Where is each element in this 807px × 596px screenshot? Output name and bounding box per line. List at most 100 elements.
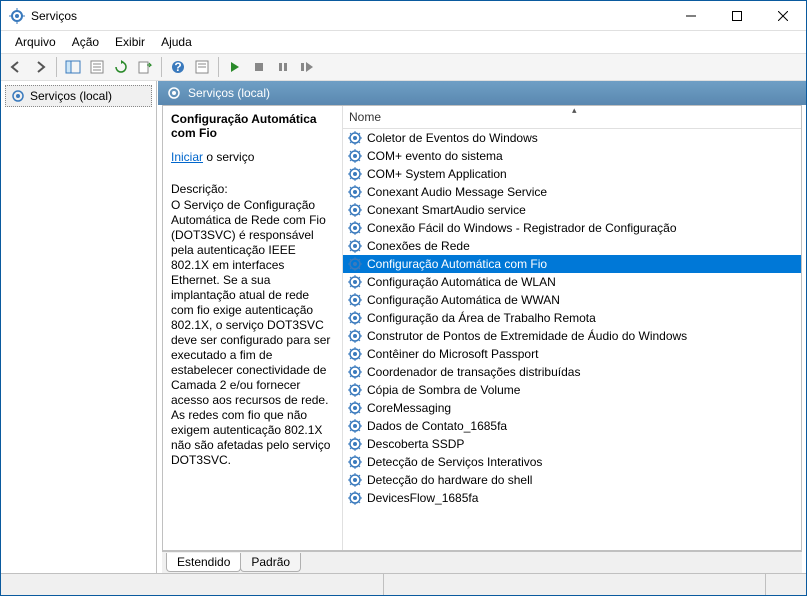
service-row[interactable]: Construtor de Pontos de Extremidade de Á… (343, 327, 801, 345)
service-row[interactable]: Contêiner do Microsoft Passport (343, 345, 801, 363)
service-list[interactable]: Coletor de Eventos do Windows COM+ evento… (343, 129, 801, 550)
service-row[interactable]: DevicesFlow_1685fa (343, 489, 801, 507)
toolbar-separator (218, 57, 219, 77)
service-row[interactable]: Configuração da Área de Trabalho Remota (343, 309, 801, 327)
tree-pane: Serviços (local) (1, 81, 157, 573)
minimize-button[interactable] (668, 1, 714, 31)
service-name: Construtor de Pontos de Extremidade de Á… (367, 329, 687, 343)
start-service-link[interactable]: Iniciar (171, 150, 203, 164)
gear-icon (347, 202, 363, 218)
service-name: COM+ System Application (367, 167, 507, 181)
service-row[interactable]: Coordenador de transações distribuídas (343, 363, 801, 381)
start-service-button[interactable] (224, 56, 246, 78)
tabs-bar: Estendido Padrão (162, 551, 802, 573)
right-pane-title: Serviços (local) (188, 86, 270, 100)
properties-button[interactable] (86, 56, 108, 78)
service-row[interactable]: COM+ System Application (343, 165, 801, 183)
service-list-pane: Nome ▴ Coletor de Eventos do Windows COM+… (343, 106, 801, 550)
help-button[interactable]: ? (167, 56, 189, 78)
stop-service-button[interactable] (248, 56, 270, 78)
column-name[interactable]: Nome (349, 110, 381, 124)
service-row[interactable]: Detecção de Serviços Interativos (343, 453, 801, 471)
service-name: Conexant SmartAudio service (367, 203, 526, 217)
tab-extended[interactable]: Estendido (166, 553, 241, 572)
service-row[interactable]: Conexões de Rede (343, 237, 801, 255)
service-row[interactable]: Dados de Contato_1685fa (343, 417, 801, 435)
description-pane: Configuração Automática com Fio Iniciar … (163, 106, 343, 550)
gear-icon (347, 148, 363, 164)
status-bar (1, 573, 806, 595)
description-text: O Serviço de Configuração Automática de … (171, 198, 334, 468)
right-pane-header: Serviços (local) (158, 81, 806, 105)
gear-icon (347, 346, 363, 362)
gear-icon (10, 88, 26, 104)
close-button[interactable] (760, 1, 806, 31)
service-row[interactable]: Conexão Fácil do Windows - Registrador d… (343, 219, 801, 237)
service-name: DevicesFlow_1685fa (367, 491, 478, 505)
gear-icon (347, 220, 363, 236)
gear-icon (347, 400, 363, 416)
show-hide-tree-button[interactable] (62, 56, 84, 78)
title-bar: Serviços (1, 1, 806, 31)
gear-icon (347, 418, 363, 434)
list-header[interactable]: Nome ▴ (343, 106, 801, 129)
menu-file[interactable]: Arquivo (7, 33, 64, 51)
service-row[interactable]: Descoberta SSDP (343, 435, 801, 453)
sort-indicator-icon: ▴ (572, 106, 577, 116)
gear-icon (347, 490, 363, 506)
service-name: Conexant Audio Message Service (367, 185, 547, 199)
properties-2-button[interactable] (191, 56, 213, 78)
restart-service-button[interactable] (296, 56, 318, 78)
menu-action[interactable]: Ação (64, 33, 107, 51)
menu-help[interactable]: Ajuda (153, 33, 200, 51)
tab-standard[interactable]: Padrão (240, 553, 301, 572)
service-name: Conexão Fácil do Windows - Registrador d… (367, 221, 677, 235)
service-name: Cópia de Sombra de Volume (367, 383, 520, 397)
main-area: Serviços (local) Serviços (local) Config… (1, 81, 806, 573)
toolbar-separator (161, 57, 162, 77)
export-button[interactable] (134, 56, 156, 78)
refresh-button[interactable] (110, 56, 132, 78)
window-title: Serviços (31, 9, 668, 23)
service-name: Detecção do hardware do shell (367, 473, 532, 487)
gear-icon (347, 328, 363, 344)
gear-icon (347, 364, 363, 380)
pause-service-button[interactable] (272, 56, 294, 78)
menu-view[interactable]: Exibir (107, 33, 153, 51)
service-name: COM+ evento do sistema (367, 149, 503, 163)
forward-button[interactable] (29, 56, 51, 78)
service-row[interactable]: Cópia de Sombra de Volume (343, 381, 801, 399)
app-icon (9, 8, 25, 24)
service-name: Detecção de Serviços Interativos (367, 455, 542, 469)
tree-node-services-local[interactable]: Serviços (local) (5, 85, 152, 107)
service-row[interactable]: Configuração Automática de WWAN (343, 291, 801, 309)
right-pane: Serviços (local) Configuração Automática… (157, 81, 806, 573)
toolbar: ? (1, 53, 806, 81)
gear-icon (347, 256, 363, 272)
service-row[interactable]: Conexant Audio Message Service (343, 183, 801, 201)
menu-bar: Arquivo Ação Exibir Ajuda (1, 31, 806, 53)
start-suffix: o serviço (203, 150, 254, 164)
service-row[interactable]: CoreMessaging (343, 399, 801, 417)
service-name: Contêiner do Microsoft Passport (367, 347, 538, 361)
tree-node-label: Serviços (local) (30, 89, 112, 103)
service-name: CoreMessaging (367, 401, 451, 415)
gear-icon (347, 166, 363, 182)
gear-icon (347, 472, 363, 488)
gear-icon (347, 184, 363, 200)
service-row[interactable]: Configuração Automática com Fio (343, 255, 801, 273)
service-row[interactable]: Conexant SmartAudio service (343, 201, 801, 219)
svg-text:?: ? (174, 60, 181, 74)
gear-icon (347, 238, 363, 254)
service-row[interactable]: Detecção do hardware do shell (343, 471, 801, 489)
service-row[interactable]: Configuração Automática de WLAN (343, 273, 801, 291)
gear-icon (166, 85, 182, 101)
service-row[interactable]: COM+ evento do sistema (343, 147, 801, 165)
maximize-button[interactable] (714, 1, 760, 31)
service-name: Configuração Automática com Fio (367, 257, 547, 271)
service-row[interactable]: Coletor de Eventos do Windows (343, 129, 801, 147)
description-label: Descrição: (171, 182, 334, 196)
back-button[interactable] (5, 56, 27, 78)
toolbar-separator (56, 57, 57, 77)
gear-icon (347, 454, 363, 470)
